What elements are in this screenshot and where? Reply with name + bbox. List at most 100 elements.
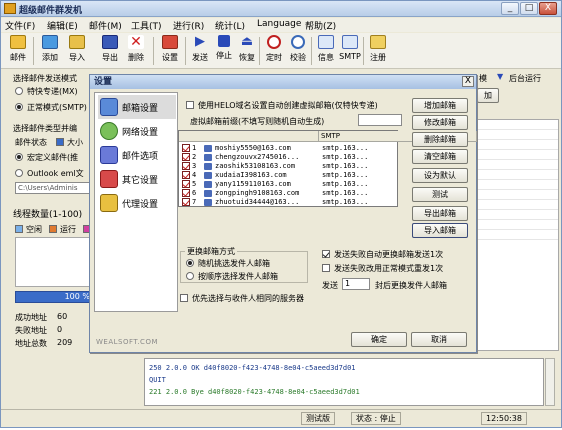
background-run-label[interactable]: 后台运行 [509,73,541,84]
menu-run[interactable]: 进行(R) [173,19,204,32]
menu-language[interactable]: Language [257,19,301,29]
ok-button[interactable]: 确定 [351,332,407,347]
dialog-title[interactable]: 设置 [90,75,476,89]
title-bar[interactable]: 超级邮件群发机 _ □ X [1,1,561,17]
table-row[interactable]: 5 yany1159110163.com smtp.163... [179,180,399,189]
menu-tools[interactable]: 工具(T) [131,19,162,32]
delete-mailbox-button[interactable]: 删除邮箱 [412,132,468,147]
add-mailbox-button[interactable]: 增加邮箱 [412,98,468,113]
macro-mail-radio[interactable] [15,153,23,161]
mailbox-list[interactable]: SMTP 1 moshiy5550@163.com smtp.163... 2 … [178,130,477,207]
export-mailbox-button[interactable]: 导出邮箱 [412,206,468,221]
virtual-prefix-input[interactable] [358,114,402,126]
toolbar-register-button[interactable]: 注册 [365,35,391,67]
nav-mail-options[interactable]: 邮件选项 [98,143,176,167]
nav-proxy-settings[interactable]: 代理设置 [98,191,176,215]
minimize-button[interactable]: _ [501,2,519,15]
mode-fast-radio[interactable] [15,87,23,95]
mode-normal-label: 正常模式(SMTP) [27,103,87,112]
row-checkbox[interactable] [182,180,190,188]
progress-bar: 100 % [15,291,95,303]
mailbox-row-icon [204,163,212,170]
maximize-button[interactable]: □ [520,2,538,15]
row-checkbox[interactable] [182,153,190,161]
menu-file[interactable]: 文件(F) [5,19,35,32]
mailbox-row-icon [204,181,212,188]
send-count-input[interactable]: 1 [342,278,370,290]
legend-running-swatch [49,225,57,233]
app-icon [4,3,16,14]
row-checkbox[interactable] [182,144,190,152]
list-header-email[interactable] [179,131,319,142]
switch-random-radio[interactable] [186,259,194,267]
row-checkbox[interactable] [182,198,190,206]
close-button[interactable]: X [539,2,557,15]
toolbar-verify-button[interactable]: 校验 [285,35,311,67]
menu-edit[interactable]: 编辑(E) [47,19,78,32]
log-scrollbar[interactable] [545,358,555,406]
toolbar: 邮件 添加 导入 导出 ✕ 删除 设置 ▶ 发送 停止 ⏏ 恢复 定时 校验 信… [1,33,561,69]
edition-label: 测试版 [301,412,335,425]
mail-options-icon [100,146,118,164]
fail-normal-checkbox[interactable] [322,264,330,272]
menu-mail[interactable]: 邮件(M) [89,19,122,32]
nav-other-settings[interactable]: 其它设置 [98,167,176,191]
table-row[interactable]: 3 zaoshik53108163.com smtp.163... [179,162,399,171]
nav-network-settings[interactable]: 网络设置 [98,119,176,143]
smtp-window-icon [342,35,358,49]
right-tab-label[interactable]: 模 [479,73,487,84]
path-input[interactable]: C:\Users\Adminis [15,182,91,194]
table-row[interactable]: 4 xudaiaI398163.com smtp.163... [179,171,399,180]
total-label: 地址总数 [15,339,47,348]
cancel-button[interactable]: 取消 [411,332,467,347]
table-row[interactable]: 6 zongpingh9108163.com smtp.163... [179,189,399,198]
import-folder-icon [69,35,85,49]
toolbar-timer-button[interactable]: 定时 [261,35,287,67]
set-default-button[interactable]: 设为默认 [412,168,468,183]
row-checkbox[interactable] [182,171,190,179]
table-row[interactable]: 2 chengzouvx2745016... smtp.163... [179,153,399,162]
helo-checkbox[interactable] [186,101,194,109]
dialog-close-button[interactable]: X [462,76,474,87]
outlook-file-radio[interactable] [15,169,23,177]
right-grid [477,119,559,351]
toolbar-mail-button[interactable]: 邮件 [5,35,31,67]
toolbar-info-button[interactable]: 信息 [313,35,339,67]
fail-switch-label: 发送失败自动更换邮箱发送1次 [334,250,444,259]
window-info-icon [318,35,334,49]
row-checkbox[interactable] [182,162,190,170]
mode-normal-radio[interactable] [15,103,23,111]
fail-value: 0 [57,325,63,334]
row-checkbox[interactable] [182,189,190,197]
toolbar-add-button[interactable]: 添加 [37,35,63,67]
success-label: 成功地址 [15,313,47,322]
nav-mailbox-settings[interactable]: 邮箱设置 [98,95,176,119]
toolbar-send-button[interactable]: ▶ 发送 [187,35,213,67]
edit-mailbox-button[interactable]: 修改邮箱 [412,115,468,130]
table-row[interactable]: 1 moshiy5550@163.com smtp.163... [179,144,399,153]
import-mailbox-button[interactable]: 导入邮箱 [412,223,468,238]
clear-mailbox-button[interactable]: 清空邮箱 [412,149,468,164]
log-line: QUIT [149,376,166,384]
right-add-button[interactable]: 加 [477,88,499,103]
toolbar-resume-button[interactable]: ⏏ 恢复 [234,35,260,67]
fail-label: 失败地址 [15,326,47,335]
toolbar-import-button[interactable]: 导入 [64,35,90,67]
settings-pen-icon [162,35,178,49]
toolbar-settings-button[interactable]: 设置 [157,35,183,67]
log-line: 221 2.0.0 Bye d40f8020-f423-4748-8e04-c5… [149,388,360,396]
table-row[interactable]: 7 zhuotuid34444@163... smtp.163... [179,198,399,207]
toolbar-export-button[interactable]: 导出 [97,35,123,67]
test-button[interactable]: 测试 [412,187,468,202]
switch-order-radio[interactable] [186,272,194,280]
plus-icon [42,35,58,49]
mailbox-row-icon [204,190,212,197]
prefer-same-server-checkbox[interactable] [180,294,188,302]
fail-switch-checkbox[interactable] [322,250,330,258]
toolbar-smtp-button[interactable]: SMTP [337,35,363,67]
menu-stats[interactable]: 统计(L) [215,19,245,32]
status-bar: 测试版 状态 : 停止 12:50:38 [1,409,561,427]
menu-bar: 文件(F) 编辑(E) 邮件(M) 工具(T) 进行(R) 统计(L) Lang… [1,18,561,32]
menu-help[interactable]: 帮助(Z) [305,19,336,32]
toolbar-delete-button[interactable]: ✕ 删除 [123,35,149,67]
